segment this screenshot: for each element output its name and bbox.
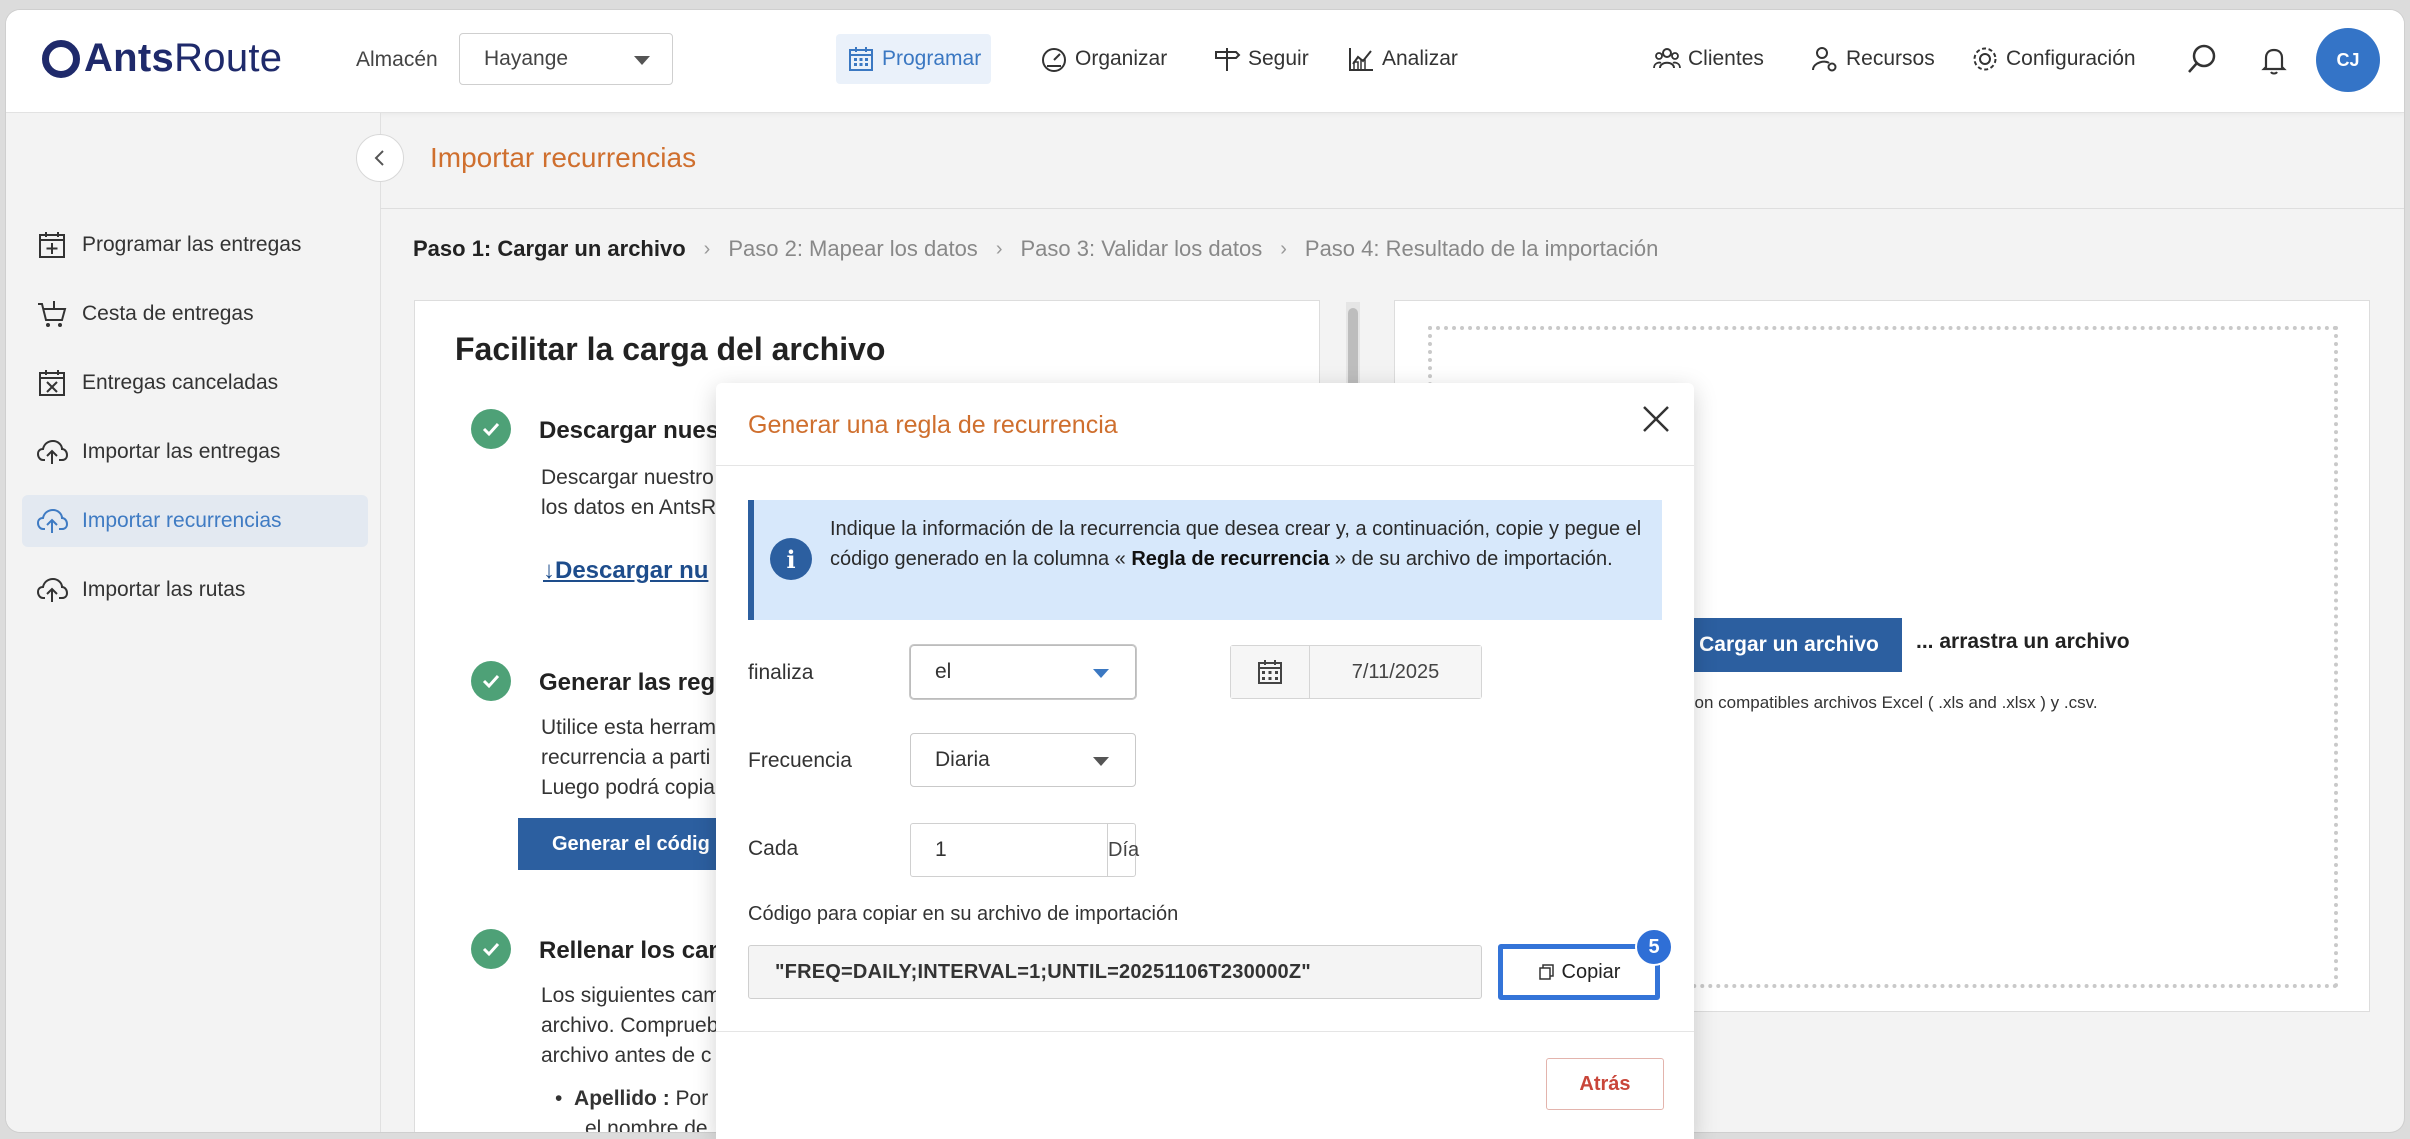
info-alert: i Indique la información de la recurrenc… (748, 500, 1662, 620)
frequency-label: Frecuencia (748, 749, 852, 772)
modal-title: Generar una regla de recurrencia (748, 411, 1118, 439)
recurrence-rule-modal: Generar una regla de recurrencia i Indiq… (716, 383, 1694, 1139)
info-alert-text: Indique la información de la recurrencia… (830, 514, 1650, 574)
interval-unit: Día (1107, 824, 1139, 876)
chevron-down-icon (1093, 757, 1109, 766)
every-label: Cada (748, 837, 799, 860)
frequency-select[interactable]: Diaria (910, 733, 1136, 787)
calendar-icon (1258, 660, 1282, 684)
generated-code-field[interactable]: "FREQ=DAILY;INTERVAL=1;UNTIL=20251106T23… (748, 945, 1482, 999)
ends-label: finaliza (748, 661, 814, 684)
back-button[interactable]: Atrás (1546, 1058, 1664, 1110)
calendar-button[interactable] (1231, 646, 1310, 698)
interval-input[interactable] (911, 824, 1107, 876)
frequency-select-value: Diaria (935, 748, 990, 771)
copy-icon (1538, 964, 1554, 980)
chevron-down-icon (1093, 669, 1109, 678)
divider (716, 1031, 1694, 1032)
code-label: Código para copiar en su archivo de impo… (748, 903, 1179, 925)
info-text-bold: Regla de recurrencia (1131, 548, 1330, 570)
copy-button-label: Copiar (1561, 960, 1621, 983)
info-text-part: » de su archivo de importación. (1329, 548, 1613, 570)
divider (716, 465, 1694, 466)
chevron-left-icon (374, 150, 384, 166)
end-date-value[interactable]: 7/11/2025 (1310, 646, 1481, 698)
step-badge: 5 (1635, 928, 1673, 966)
close-button[interactable] (1638, 401, 1674, 437)
ends-select[interactable]: el (910, 645, 1136, 699)
close-icon (1643, 406, 1669, 432)
info-icon: i (770, 538, 812, 580)
collapse-sidebar-button[interactable] (356, 134, 404, 182)
ends-select-value: el (935, 660, 952, 683)
end-date-picker[interactable]: 7/11/2025 (1230, 645, 1482, 699)
interval-group: Día (910, 823, 1139, 877)
